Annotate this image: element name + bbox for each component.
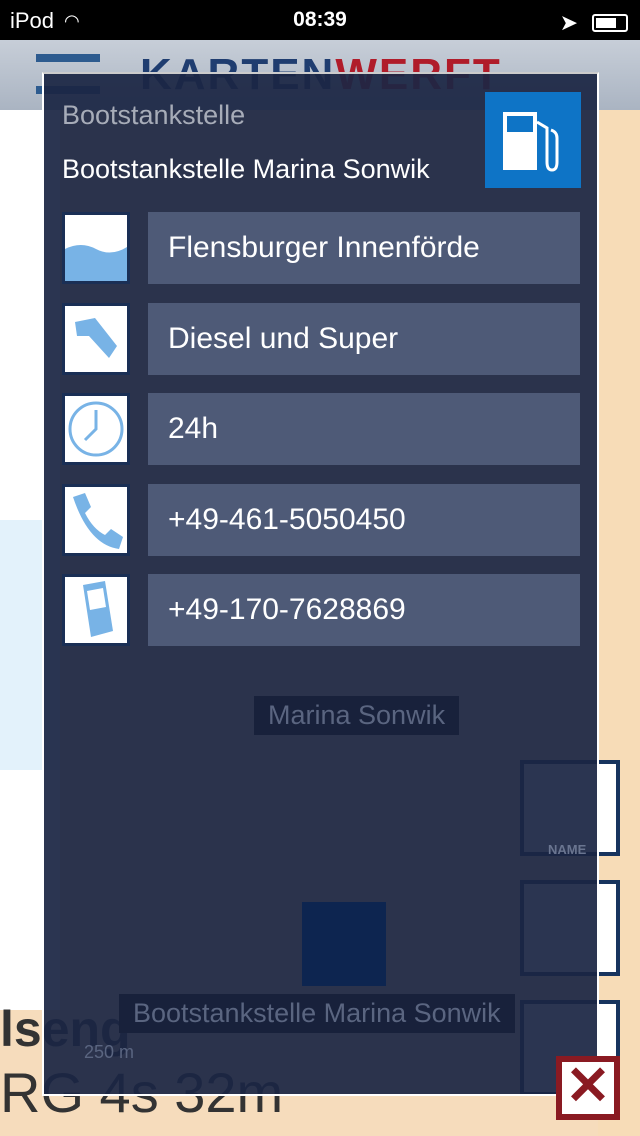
clock-icon [62, 393, 130, 465]
map-fuel-marker [302, 902, 386, 986]
map-scale: 250 m [84, 1042, 135, 1062]
info-row-mobile[interactable]: +49-170-7628869 [62, 574, 582, 646]
battery-icon [592, 14, 628, 32]
close-button[interactable]: ✕ [556, 1056, 620, 1120]
phone-value[interactable]: +49-461-5050450 [148, 484, 580, 556]
water-icon [62, 212, 130, 284]
phone-icon [62, 484, 130, 556]
name-button-label: NAME [548, 842, 587, 857]
fuel-nozzle-icon [62, 303, 130, 375]
mobile-phone-icon [62, 574, 130, 646]
location-icon: ➤ [559, 10, 578, 35]
map-label-marina: Marina Sonwik [254, 696, 460, 735]
area-value: Flensburger Innenförde [148, 212, 580, 284]
map-label-station: Bootstankstelle Marina Sonwik [119, 994, 515, 1033]
poi-category: Bootstankstelle [62, 100, 246, 130]
poi-name: Bootstankstelle Marina Sonwik [62, 154, 430, 184]
info-row-phone[interactable]: +49-461-5050450 [62, 484, 582, 556]
fuel-value: Diesel und Super [148, 303, 580, 375]
info-row-hours: 24h [62, 393, 582, 465]
info-row-fuel: Diesel und Super [62, 303, 582, 375]
status-bar: iPod ◠ 08:39 ➤ [0, 0, 640, 40]
hours-value: 24h [148, 393, 580, 465]
info-row-area: Flensburger Innenförde [62, 212, 582, 284]
map-land [598, 110, 640, 1136]
clock: 08:39 [293, 8, 347, 31]
mobile-value[interactable]: +49-170-7628869 [148, 574, 580, 646]
poi-popup: Marina Sonwik Bootstankstelle Marina Son… [42, 72, 599, 1096]
fuel-station-icon [485, 92, 581, 188]
